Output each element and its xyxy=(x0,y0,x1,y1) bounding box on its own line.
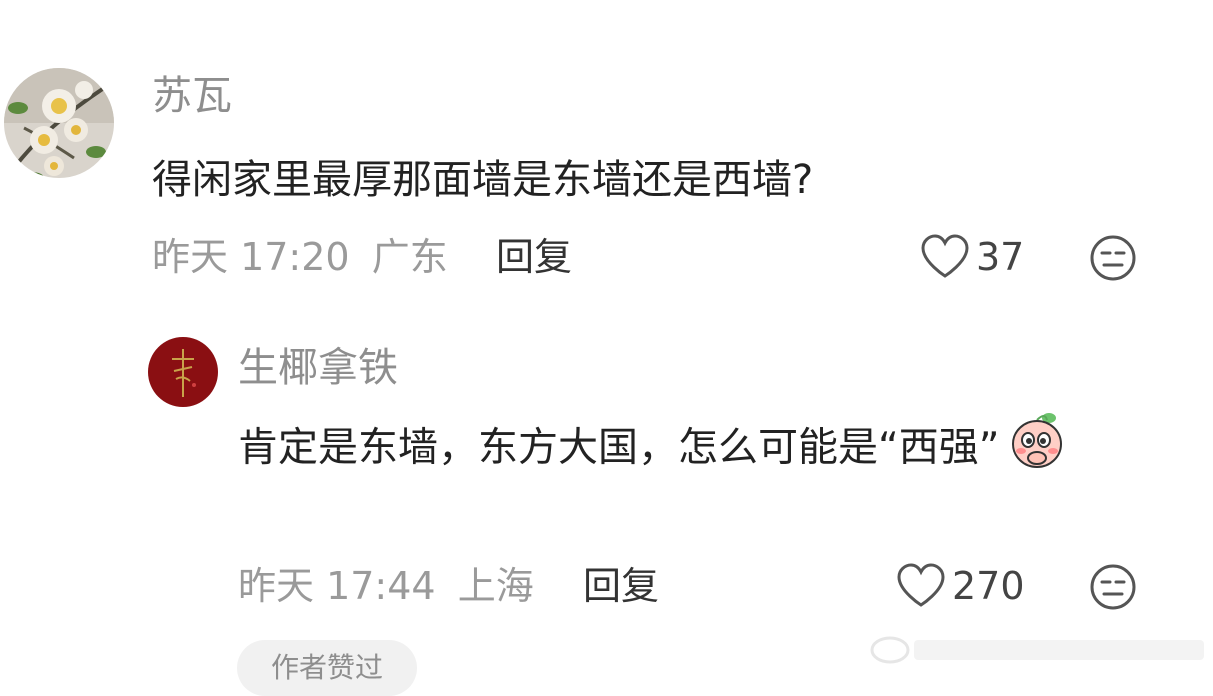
meh-face-icon xyxy=(1090,235,1136,281)
comment-location: 广东 xyxy=(371,235,448,279)
emoji-react-button[interactable] xyxy=(1089,234,1137,286)
like-count: 270 xyxy=(952,564,1025,608)
watermark xyxy=(868,628,1208,668)
user-avatar[interactable] xyxy=(148,337,218,407)
like-button[interactable]: 37 xyxy=(920,234,1024,280)
comment-time: 昨天 17:20 xyxy=(152,235,350,279)
comment-text: 得闲家里最厚那面墙是东墙还是西墙? xyxy=(152,157,814,203)
flower-avatar-icon xyxy=(4,68,114,178)
peach-sticker-icon xyxy=(1012,413,1063,468)
author-liked-badge: 作者赞过 xyxy=(237,640,417,696)
reply-button[interactable]: 回复 xyxy=(496,234,572,280)
heart-icon xyxy=(897,563,945,607)
peach-giggle-sticker xyxy=(1009,410,1065,489)
comment-author[interactable]: 生椰拿铁 xyxy=(238,344,398,392)
comment-meta: 昨天 17:20 广东 xyxy=(152,234,448,280)
meh-face-icon xyxy=(1090,564,1136,610)
comment-time: 昨天 17:44 xyxy=(238,564,436,608)
like-button[interactable]: 270 xyxy=(896,563,1025,609)
like-count: 37 xyxy=(976,235,1025,279)
comment-text: 肯定是东墙，东方大国，怎么可能是“西强” xyxy=(238,424,1000,471)
emoji-react-button[interactable] xyxy=(1089,563,1137,615)
heart-icon xyxy=(921,234,969,278)
comment-location: 上海 xyxy=(457,564,534,608)
calligraphy-avatar-icon xyxy=(148,337,218,407)
comment-text-container: 肯定是东墙，东方大国，怎么可能是“西强” xyxy=(238,410,1128,489)
comment-author[interactable]: 苏瓦 xyxy=(152,72,232,120)
watermark-icon xyxy=(870,636,1204,664)
user-avatar[interactable] xyxy=(4,68,114,178)
comment-meta: 昨天 17:44 上海 xyxy=(238,563,534,609)
reply-button[interactable]: 回复 xyxy=(583,563,659,609)
